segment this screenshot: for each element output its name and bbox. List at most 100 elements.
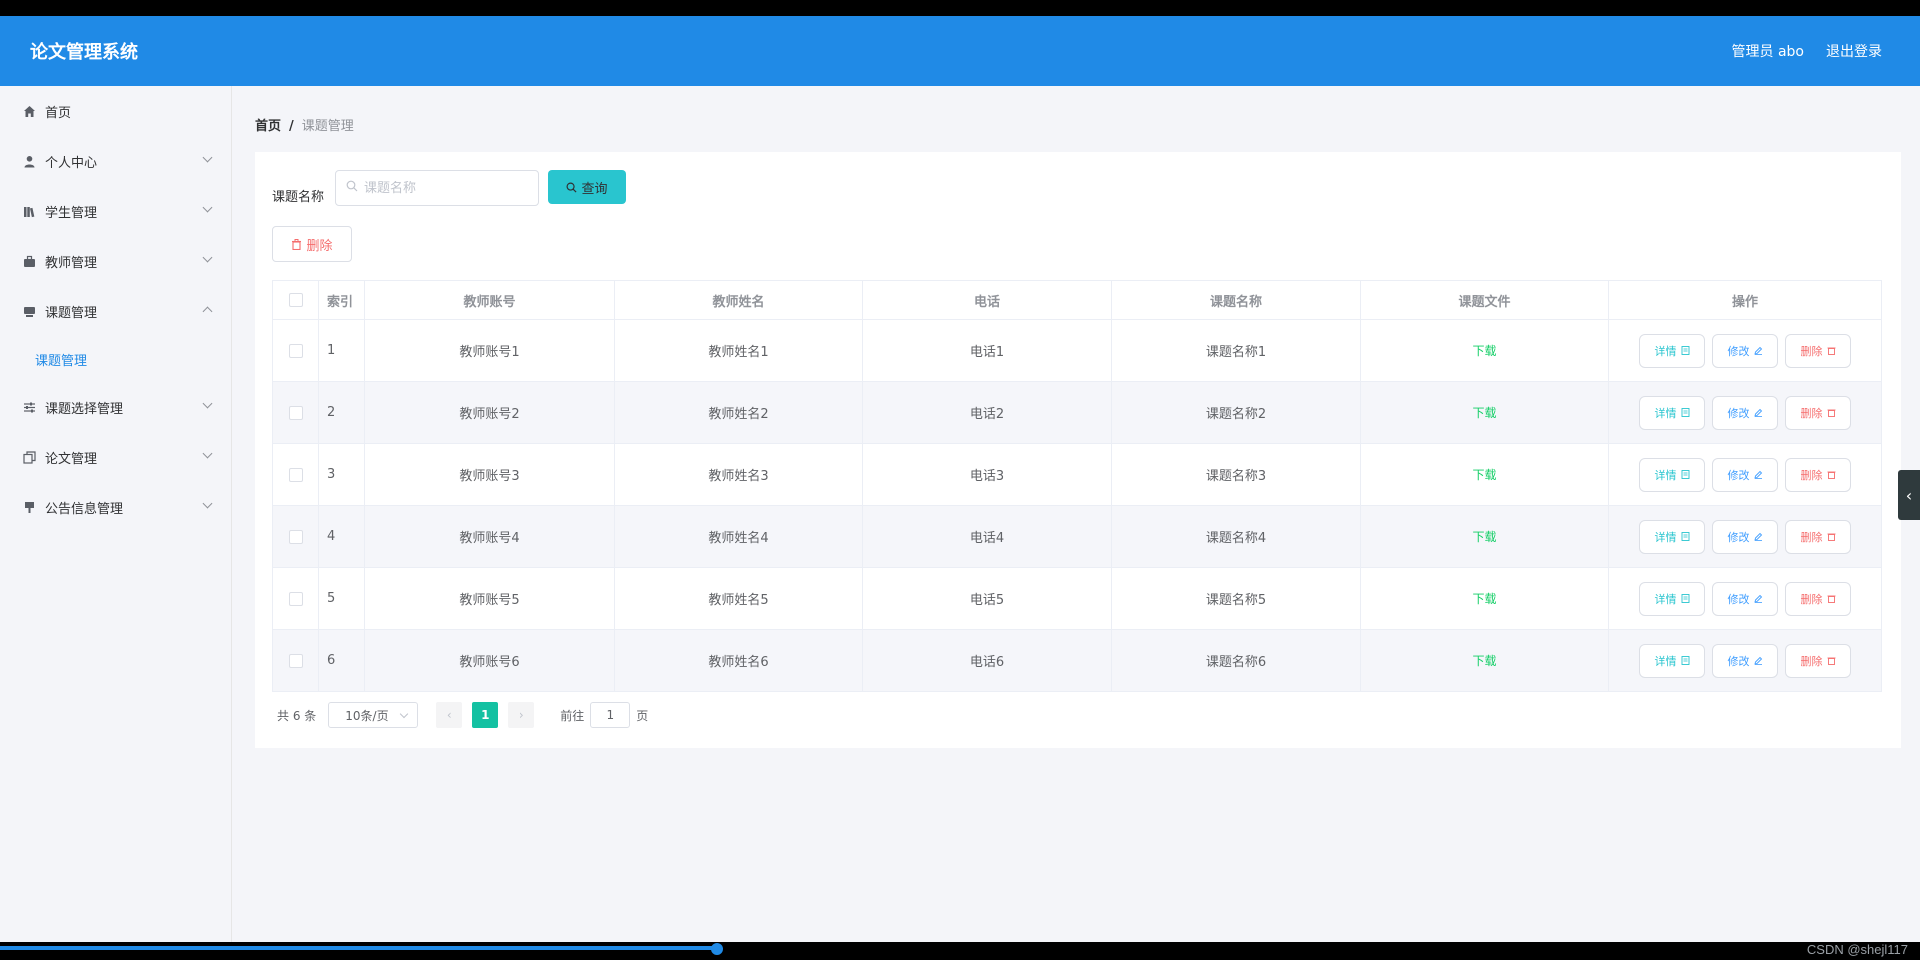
delete-label: 删除 [1800, 654, 1823, 668]
video-progress-bar: CSDN @shejl117 [0, 942, 1920, 960]
cell-phone: 电话1 [863, 320, 1112, 381]
header-topic-name: 课题名称 [1112, 281, 1361, 319]
pencil-icon [1753, 656, 1763, 665]
download-link[interactable]: 下载 [1472, 404, 1496, 421]
sidebar-item-notices[interactable]: 公告信息管理 [0, 482, 231, 532]
detail-label: 详情 [1654, 592, 1677, 606]
logout-link[interactable]: 退出登录 [1826, 41, 1882, 61]
cell-teacher-account: 教师账号1 [365, 320, 615, 381]
submenu-item-topic-manage[interactable]: 课题管理 [0, 336, 231, 382]
content-card: 课题名称 查询 删除 [255, 152, 1901, 748]
edit-button[interactable]: 修改 [1712, 581, 1778, 616]
detail-button[interactable]: 详情 [1639, 333, 1705, 368]
page-size-select[interactable]: 10条/页 [328, 702, 419, 728]
document-icon [1681, 594, 1690, 603]
detail-button[interactable]: 详情 [1639, 519, 1705, 554]
current-user-label: 管理员 abo [1731, 44, 1804, 60]
sidebar-item-home[interactable]: 首页 [0, 86, 231, 136]
page-size-value: 10条/页 [345, 708, 389, 723]
video-progress-handle[interactable] [711, 943, 723, 955]
cell-actions: 详情 修改 删除 [1609, 444, 1881, 505]
cell-topic-name: 课题名称2 [1112, 382, 1361, 443]
cell-index: 2 [319, 382, 365, 443]
table-header-row: 索引 教师账号 教师姓名 电话 课题名称 课题文件 操作 [273, 281, 1881, 319]
detail-label: 详情 [1654, 654, 1677, 668]
pagination-total: 共 6 条 [277, 708, 317, 723]
detail-button[interactable]: 详情 [1639, 581, 1705, 616]
chevron-down-icon [400, 709, 409, 719]
edit-label: 修改 [1727, 592, 1750, 606]
page-number-current[interactable]: 1 [472, 702, 499, 728]
header-teacher-account: 教师账号 [365, 281, 615, 319]
goto-page-input[interactable] [590, 702, 631, 728]
edit-button[interactable]: 修改 [1712, 333, 1778, 368]
books-icon [22, 204, 36, 218]
cell-teacher-account: 教师账号3 [365, 444, 615, 505]
edit-button[interactable]: 修改 [1712, 457, 1778, 492]
cell-topic-name: 课题名称5 [1112, 568, 1361, 629]
header-topic-file: 课题文件 [1361, 281, 1609, 319]
edit-button[interactable]: 修改 [1712, 643, 1778, 678]
edit-button[interactable]: 修改 [1712, 519, 1778, 554]
delete-button[interactable]: 删除 [1785, 643, 1851, 678]
cell-topic-file: 下载 [1361, 444, 1609, 505]
trash-icon [1827, 346, 1836, 355]
chevron-left-icon: ‹ [446, 708, 452, 722]
delete-button[interactable]: 删除 [1785, 457, 1851, 492]
select-all-checkbox[interactable] [288, 293, 303, 307]
row-checkbox[interactable] [288, 529, 303, 544]
edit-button[interactable]: 修改 [1712, 395, 1778, 430]
table-row: 3 教师账号3 教师姓名3 电话3 课题名称3 下载 详情 修改 删除 [273, 443, 1881, 505]
download-link[interactable]: 下载 [1472, 342, 1496, 359]
prev-page-button[interactable]: ‹ [436, 702, 463, 728]
search-icon [566, 182, 577, 193]
sidebar-item-papers[interactable]: 论文管理 [0, 432, 231, 482]
trash-icon [1827, 532, 1836, 541]
delete-label: 删除 [1800, 468, 1823, 482]
query-button[interactable]: 查询 [548, 170, 626, 204]
search-input[interactable] [364, 180, 534, 196]
detail-button[interactable]: 详情 [1639, 643, 1705, 678]
briefcase-icon [22, 254, 36, 268]
download-link[interactable]: 下载 [1472, 466, 1496, 483]
delete-button[interactable]: 删除 [1785, 333, 1851, 368]
breadcrumb-current: 课题管理 [301, 119, 354, 134]
row-checkbox[interactable] [288, 653, 303, 668]
row-checkbox[interactable] [288, 405, 303, 420]
row-checkbox[interactable] [288, 591, 303, 606]
sidebar-item-label: 学生管理 [45, 205, 98, 221]
watermark-text: CSDN @shejl117 [1806, 942, 1908, 957]
trash-icon [1827, 408, 1836, 417]
breadcrumb-home[interactable]: 首页 [255, 119, 281, 134]
sidebar-item-topics[interactable]: 课题管理 [0, 286, 231, 336]
cell-phone: 电话5 [863, 568, 1112, 629]
detail-button[interactable]: 详情 [1639, 395, 1705, 430]
row-checkbox[interactable] [288, 343, 303, 358]
download-link[interactable]: 下载 [1472, 590, 1496, 607]
side-panel-toggle[interactable]: ‹ [1898, 470, 1920, 520]
next-page-button[interactable]: › [508, 702, 535, 728]
cell-phone: 电话6 [863, 630, 1112, 691]
sidebar-item-label: 首页 [45, 105, 72, 121]
row-checkbox-cell [273, 506, 319, 567]
delete-button[interactable]: 删除 [1785, 395, 1851, 430]
download-link[interactable]: 下载 [1472, 528, 1496, 545]
megaphone-icon [22, 500, 36, 514]
row-checkbox[interactable] [288, 467, 303, 482]
delete-button[interactable]: 删除 [1785, 519, 1851, 554]
table-row: 6 教师账号6 教师姓名6 电话6 课题名称6 下载 详情 修改 删除 [273, 629, 1881, 691]
sidebar-item-students[interactable]: 学生管理 [0, 186, 231, 236]
row-checkbox-cell [273, 382, 319, 443]
cell-actions: 详情 修改 删除 [1609, 506, 1881, 567]
delete-button[interactable]: 删除 [1785, 581, 1851, 616]
batch-delete-label: 删除 [306, 238, 333, 254]
breadcrumb: 首页 / 课题管理 [255, 115, 354, 134]
sidebar-item-profile[interactable]: 个人中心 [0, 136, 231, 186]
header-actions: 操作 [1731, 294, 1758, 310]
batch-delete-button[interactable]: 删除 [272, 226, 352, 262]
detail-button[interactable]: 详情 [1639, 457, 1705, 492]
download-link[interactable]: 下载 [1472, 652, 1496, 669]
document-icon [1681, 470, 1690, 479]
sidebar-item-topic-selection[interactable]: 课题选择管理 [0, 382, 231, 432]
sidebar-item-teachers[interactable]: 教师管理 [0, 236, 231, 286]
